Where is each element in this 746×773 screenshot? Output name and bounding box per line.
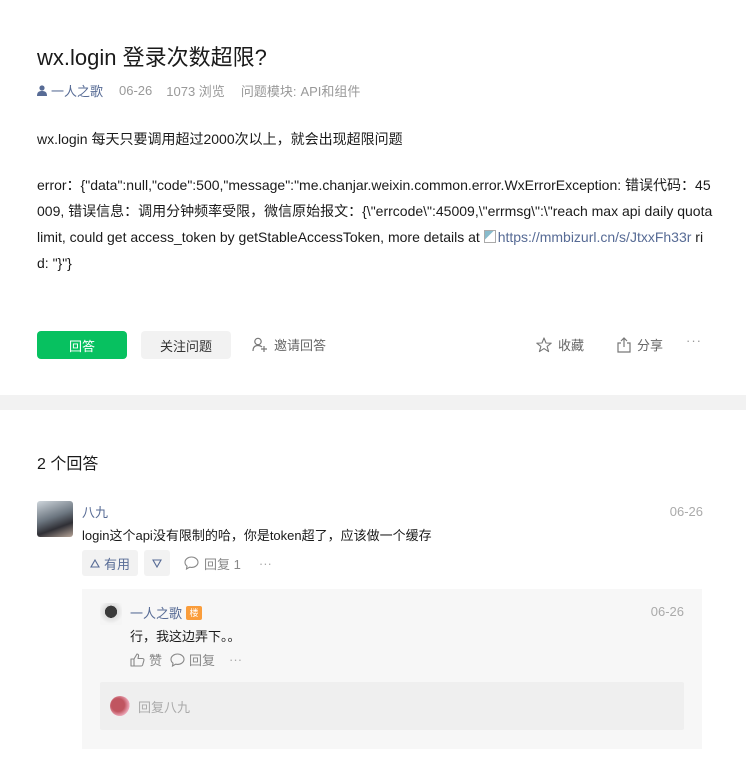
reply-label: 回复 1: [204, 556, 241, 572]
avatar: [110, 696, 130, 716]
sub-reply-box: 一人之歌 楼 06-26 行，我这边弄下。。 赞 回复 ··· 回复八九: [82, 589, 702, 749]
sub-reply-author-name: 一人之歌: [130, 606, 183, 621]
triangle-down-icon: [152, 558, 162, 568]
answer-text: login这个api没有限制的哈，你是token超了，应该做一个缓存: [82, 528, 432, 543]
answer-more-button[interactable]: ···: [259, 556, 272, 571]
avatar[interactable]: [100, 603, 122, 625]
answer-button[interactable]: 回答: [37, 331, 127, 359]
answer-actions: 有用 回复 1 ···: [82, 550, 272, 576]
view-count: 1073 浏览: [166, 84, 225, 99]
like-label: 赞: [149, 653, 163, 668]
follow-question-button[interactable]: 关注问题: [141, 331, 231, 359]
module-label: 问题模块:: [240, 84, 297, 99]
question-meta: 一人之歌 06-26 1073 浏览 问题模块: API和组件: [37, 81, 360, 100]
share-button[interactable]: 分享: [617, 335, 663, 354]
star-icon: [536, 336, 552, 352]
answer-count: 2 个回答: [37, 456, 99, 473]
useful-button[interactable]: 有用: [82, 550, 139, 576]
sub-reply-actions: 赞 回复 ···: [130, 650, 242, 669]
downvote-button[interactable]: [144, 550, 171, 576]
module-value[interactable]: API和组件: [300, 81, 360, 100]
sub-reply-date: 06-26: [650, 604, 684, 619]
floor-owner-badge: 楼: [186, 605, 203, 620]
favorite-button[interactable]: 收藏: [536, 335, 584, 354]
answer-author-name[interactable]: 八九: [82, 502, 108, 521]
reply-button[interactable]: 回复 1: [184, 554, 241, 573]
useful-label: 有用: [104, 556, 131, 572]
invite-label: 邀请回答: [274, 338, 327, 353]
triangle-up-icon: [90, 558, 100, 568]
author-link[interactable]: 一人之歌: [37, 81, 103, 100]
sub-reply-label: 回复: [189, 653, 216, 668]
avatar[interactable]: [37, 501, 73, 537]
share-label: 分享: [637, 338, 664, 353]
comment-icon: [184, 556, 199, 570]
reply-input-placeholder: 回复八九: [138, 699, 191, 715]
answers-card: 2 个回答 八九 06-26 login这个api没有限制的哈，你是token超…: [0, 410, 746, 773]
sub-reply-author[interactable]: 一人之歌 楼: [130, 603, 203, 622]
add-user-icon: [252, 337, 267, 352]
question-date: 06-26: [119, 83, 153, 98]
answer-date: 06-26: [669, 504, 703, 519]
invite-answer-button[interactable]: 邀请回答: [252, 335, 326, 354]
favorite-label: 收藏: [558, 338, 585, 353]
reply-input[interactable]: 回复八九: [100, 682, 684, 730]
comment-icon: [170, 652, 185, 667]
details-link[interactable]: https://mmbizurl.cn/s/JtxxFh33r: [498, 229, 692, 245]
author-name: 一人之歌: [51, 84, 104, 99]
like-button[interactable]: 赞: [130, 650, 162, 669]
question-card: wx.login 登录次数超限? 一人之歌 06-26 1073 浏览 问题模块…: [0, 0, 746, 395]
sub-reply-more-button[interactable]: ···: [229, 652, 242, 667]
sub-reply-button[interactable]: 回复: [170, 650, 215, 669]
question-error-text: error：{"data":null,"code":500,"message":…: [37, 172, 713, 276]
thumbs-up-icon: [130, 652, 145, 667]
user-icon: [37, 85, 47, 96]
more-options-button[interactable]: ···: [686, 333, 702, 348]
question-body-line: wx.login 每天只要调用超过2000次以上，就会出现超限问题: [37, 131, 403, 147]
share-icon: [617, 336, 631, 353]
sub-reply-text: 行，我这边弄下。。: [130, 629, 241, 644]
broken-image-icon: [483, 230, 496, 243]
question-title: wx.login 登录次数超限?: [37, 45, 267, 70]
